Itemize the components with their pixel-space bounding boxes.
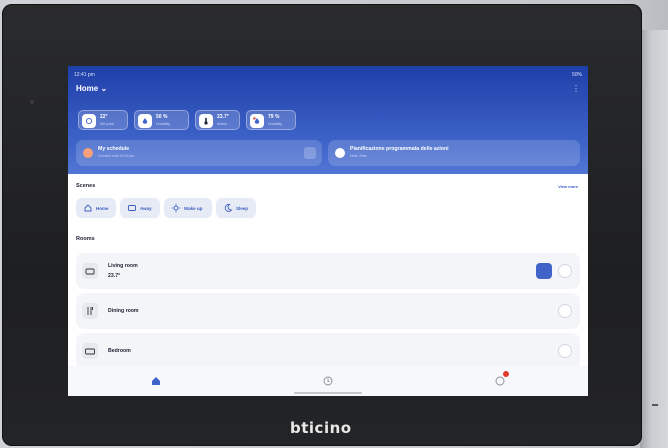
summary-cards: My schedule Comfort until 10:00 pm Piani… [76,140,580,166]
light-bulb-icon[interactable] [558,304,572,318]
gesture-handle [294,392,362,394]
scenes-title: Scenes [76,183,96,189]
more-vert-icon[interactable]: ⋮ [572,84,580,93]
sensor-label: Humidity [156,122,170,126]
nav-notifications-icon[interactable] [494,371,509,386]
planned-actions-icon [335,148,345,158]
room-name: Dining room [108,308,139,314]
status-time: 12:41 pm [74,72,95,78]
card-title: My schedule [98,146,130,152]
sensor-chip-humidity[interactable]: 50 % Humidity [134,110,189,130]
sensor-value: 22° [100,114,108,120]
calendar-icon[interactable] [304,147,316,159]
sofa-icon [82,263,98,279]
sensor-value: 79 % [268,114,280,120]
thermostat-icon [82,114,96,128]
cutlery-icon [82,303,98,319]
sensor-label: Humidity [268,122,282,126]
status-bar: 12:41 pm 50% [74,70,582,80]
sensor-label: Set point [100,122,115,126]
humidity-icon [138,114,152,128]
light-bulb-icon[interactable] [558,344,572,358]
humidity-alert-icon [250,114,264,128]
chevron-down-icon: ⌄ [100,84,108,93]
notification-badge [503,371,509,377]
card-subtitle: Comfort until 10:00 pm [98,154,135,158]
header-panel: 12:41 pm 50% Home ⌄ ⋮ 22° Set point 50 %… [68,66,588,174]
app-screen: 12:41 pm 50% Home ⌄ ⋮ 22° Set point 50 %… [68,66,588,396]
sun-icon [171,203,181,213]
light-bulb-icon[interactable] [558,264,572,278]
thermometer-icon [199,114,213,128]
scene-sleep[interactable]: Sleep [216,198,256,218]
view-more-link[interactable]: View more [558,184,578,189]
room-name: Bedroom [108,348,131,354]
room-dining-room[interactable]: Dining room [76,293,580,329]
my-schedule-card[interactable]: My schedule Comfort until 10:00 pm [76,140,322,166]
planned-actions-card[interactable]: Pianificazione programmata delle azioni … [328,140,580,166]
scene-label: Wake up [184,205,203,211]
room-name: Living room [108,263,138,269]
moon-icon [224,204,233,212]
room-bedroom[interactable]: Bedroom [76,333,580,369]
rooms-title: Rooms [76,236,95,242]
home-title: Home [76,84,99,93]
scene-away[interactable]: Away [120,198,160,218]
bed-icon [82,343,98,359]
scene-label: Home [96,205,109,211]
sensor-label: Indoor [217,122,228,126]
scene-label: Sleep [236,205,249,211]
home-scene-icon [84,204,92,212]
sensor-chip-indoor[interactable]: 23.7° Indoor [195,110,240,130]
room-temperature: 23.7° [108,273,121,279]
home-selector[interactable]: Home ⌄ [76,84,107,93]
brand-logo: bticino [290,419,352,437]
heating-icon[interactable] [536,263,552,279]
sensor-chip-setpoint[interactable]: 22° Set point [78,110,128,130]
scene-label: Away [140,205,152,211]
sensor-chip-humidity-2[interactable]: 79 % Humidity [246,110,296,130]
status-battery: 50% [571,72,582,78]
sensor-value: 23.7° [217,114,229,120]
wall-edge [640,30,668,448]
scene-home[interactable]: Home [76,198,116,218]
wall-mark [652,404,658,406]
room-living-room[interactable]: Living room 23.7° [76,253,580,289]
away-scene-icon [128,205,136,211]
card-title: Pianificazione programmata delle azioni [350,146,449,152]
nav-history-icon[interactable] [322,374,334,386]
nav-home-icon[interactable] [150,374,162,386]
card-subtitle: Next: After [350,154,367,158]
scene-wake-up[interactable]: Wake up [164,198,212,218]
camera-dot [30,100,34,104]
sensor-value: 50 % [156,114,168,120]
schedule-status-icon [83,148,93,158]
bottom-navigation [68,366,588,396]
